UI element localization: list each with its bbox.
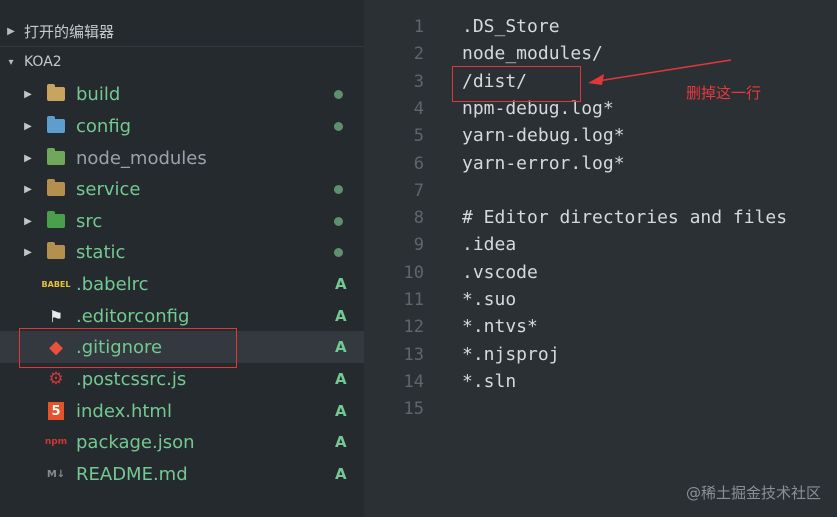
- babel-icon: BABEL: [41, 279, 71, 289]
- folder-item[interactable]: ▶ src: [0, 205, 364, 237]
- git-status-badge: A: [335, 370, 347, 388]
- git-status-badge: A: [335, 307, 347, 325]
- item-label: src: [76, 210, 103, 232]
- line-number: 2: [413, 44, 424, 65]
- git-status-badge: A: [335, 465, 347, 483]
- folder-icon: [46, 179, 66, 198]
- project-label: KOA2: [24, 54, 62, 70]
- folder-config-icon: [46, 116, 66, 135]
- project-section[interactable]: ▾ KOA2: [0, 47, 364, 77]
- item-label: build: [76, 83, 121, 105]
- modified-dot-icon: [334, 184, 343, 194]
- markdown-icon: M↓: [46, 468, 66, 480]
- editorconfig-icon: ⚑: [48, 306, 64, 326]
- folder-item[interactable]: ▶ config: [0, 110, 364, 142]
- line-number: 6: [413, 153, 424, 174]
- git-status-badge: A: [335, 338, 347, 356]
- code-line[interactable]: yarn-debug.log*: [462, 125, 625, 146]
- item-label: node_modules: [76, 147, 207, 169]
- gitignore-highlight-box: [19, 328, 237, 368]
- open-editors-label: 打开的编辑器: [24, 22, 115, 41]
- line-number: 4: [413, 98, 424, 119]
- git-status-badge: A: [335, 275, 347, 293]
- code-line[interactable]: # Editor directories and files: [462, 207, 787, 228]
- code-line[interactable]: *.suo: [462, 289, 516, 310]
- item-label: README.md: [76, 463, 188, 485]
- folder-item[interactable]: ▶ static: [0, 236, 364, 268]
- folder-item[interactable]: ▶ node_modules: [0, 142, 364, 174]
- folder-item[interactable]: ▶ service: [0, 173, 364, 205]
- code-line[interactable]: node_modules/: [462, 43, 603, 64]
- item-label: .babelrc: [76, 273, 149, 295]
- chevron-right-icon[interactable]: ▶: [22, 216, 34, 227]
- line-number: 1: [413, 17, 424, 37]
- line-number: 9: [413, 235, 424, 256]
- item-label: static: [76, 241, 126, 263]
- line-number: 13: [403, 344, 424, 365]
- chevron-right-icon[interactable]: ▶: [22, 184, 34, 195]
- git-status-badge: A: [335, 433, 347, 451]
- chevron-right-icon: ▶: [7, 25, 15, 37]
- file-item[interactable]: 5 index.html A: [0, 395, 364, 427]
- item-label: service: [76, 178, 141, 200]
- npm-icon: npm: [44, 437, 68, 447]
- modified-dot-icon: [334, 247, 343, 257]
- code-line[interactable]: .idea: [462, 234, 516, 255]
- highlight-box: [452, 66, 581, 102]
- code-line[interactable]: *.sln: [462, 371, 516, 392]
- chevron-right-icon[interactable]: ▶: [22, 247, 34, 258]
- modified-dot-icon: [334, 121, 343, 131]
- git-status-badge: A: [335, 402, 347, 420]
- line-number: 15: [403, 399, 424, 420]
- file-explorer-sidebar: ▶ 打开的编辑器 ▾ KOA2 ▶ build ▶ config ▶ node_modul…: [0, 0, 364, 517]
- file-item[interactable]: npm package.json A: [0, 426, 364, 458]
- item-label: package.json: [76, 431, 195, 453]
- modified-dot-icon: [334, 89, 343, 99]
- line-number: 8: [413, 208, 424, 229]
- line-number: 14: [403, 371, 424, 392]
- folder-src-icon: [46, 211, 66, 230]
- folder-node-icon: [46, 148, 66, 167]
- line-number: 11: [403, 290, 424, 310]
- line-number: 10: [403, 262, 424, 283]
- line-number: 3: [413, 71, 424, 92]
- item-label: .postcssrc.js: [76, 368, 187, 390]
- code-line[interactable]: .DS_Store: [462, 16, 560, 37]
- folder-build-icon: [46, 84, 66, 103]
- file-item[interactable]: M↓ README.md A: [0, 458, 364, 490]
- modified-dot-icon: [334, 216, 343, 226]
- folder-item[interactable]: ▶ build: [0, 78, 364, 110]
- watermark: @稀土掘金技术社区: [685, 484, 821, 502]
- item-label: index.html: [76, 400, 172, 422]
- code-line[interactable]: *.njsproj: [462, 344, 560, 365]
- code-line[interactable]: .vscode: [462, 262, 538, 283]
- open-editors-section[interactable]: ▶ 打开的编辑器: [0, 16, 364, 46]
- annotation-text: 删掉这一行: [686, 84, 762, 102]
- chevron-right-icon[interactable]: ▶: [22, 121, 34, 132]
- chevron-down-icon: ▾: [8, 56, 14, 68]
- item-label: .editorconfig: [76, 305, 190, 327]
- chevron-right-icon[interactable]: ▶: [22, 153, 34, 164]
- html5-icon: 5: [48, 402, 64, 420]
- code-line[interactable]: *.ntvs*: [462, 316, 538, 337]
- folder-icon: [46, 242, 66, 261]
- line-number: 5: [413, 126, 424, 147]
- line-number: 12: [403, 317, 424, 338]
- file-item[interactable]: BABEL .babelrc A: [0, 268, 364, 300]
- code-editor[interactable]: 1 .DS_Store 2 node_modules/3/dist/4 npm-debu…: [364, 0, 837, 517]
- code-line[interactable]: yarn-error.log*: [462, 153, 625, 174]
- postcss-icon: ⚙: [48, 369, 64, 389]
- line-number: 7: [413, 180, 424, 201]
- chevron-right-icon[interactable]: ▶: [22, 89, 34, 100]
- item-label: config: [76, 115, 132, 137]
